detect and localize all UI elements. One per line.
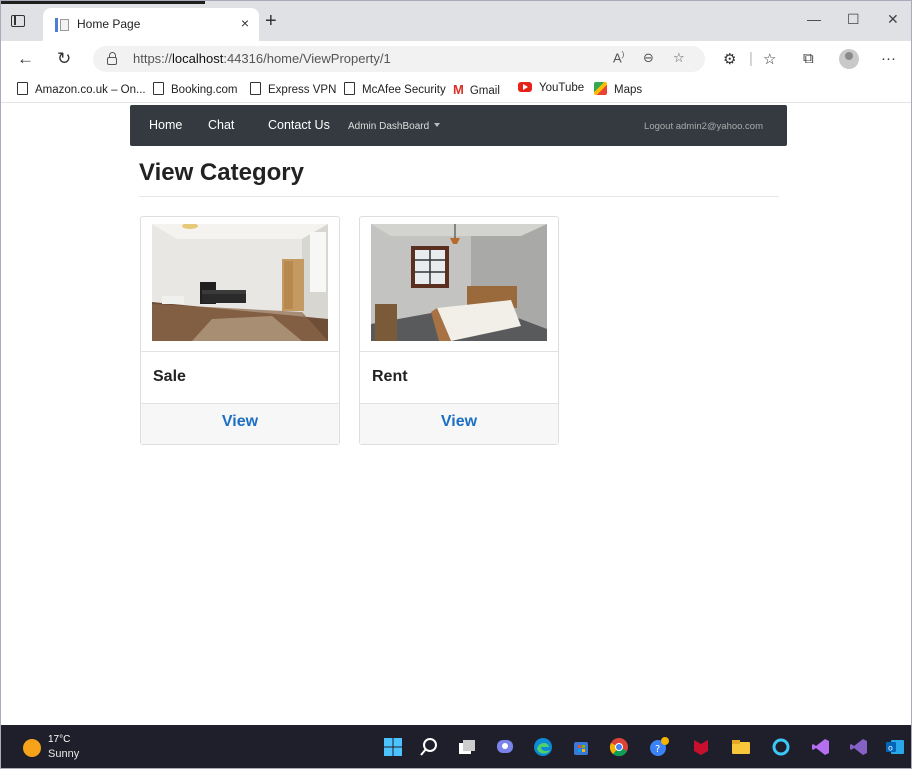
weather-temperature[interactable]: 17°C	[48, 734, 70, 745]
category-card-sale: Sale View	[140, 216, 340, 445]
view-rent-link[interactable]: View	[441, 413, 477, 431]
file-explorer-icon[interactable]	[731, 737, 751, 757]
tab-home-page[interactable]: Home Page ×	[43, 8, 259, 41]
title-bar-accent	[1, 1, 205, 4]
extensions-icon[interactable]: ⚙	[723, 50, 736, 68]
page-icon	[344, 82, 355, 95]
youtube-icon	[518, 82, 532, 92]
visual-studio-icon[interactable]	[849, 737, 869, 757]
favorite-express-vpn[interactable]: Express VPN	[250, 82, 336, 96]
logout-link[interactable]: Logout admin2@yahoo.com	[644, 121, 763, 132]
svg-text:?: ?	[655, 744, 660, 755]
favorite-maps[interactable]: Maps	[594, 82, 642, 96]
search-icon[interactable]	[419, 737, 439, 757]
page-title: View Category	[139, 159, 304, 186]
favorite-amazon[interactable]: Amazon.co.uk – On...	[17, 82, 146, 96]
card-category-label: Rent	[372, 368, 408, 385]
maps-icon	[594, 82, 607, 95]
favorite-mcafee[interactable]: McAfee Security	[344, 82, 446, 96]
nav-home-link[interactable]: Home	[149, 118, 182, 132]
tab-actions-icon[interactable]	[11, 15, 25, 27]
page-icon	[250, 82, 261, 95]
favorite-booking[interactable]: Booking.com	[153, 82, 237, 96]
read-aloud-icon[interactable]: A)	[613, 50, 624, 65]
windows-start-icon[interactable]	[383, 737, 403, 757]
tab-close-icon[interactable]: ×	[241, 15, 249, 31]
maximize-button[interactable]: ☐	[847, 11, 860, 28]
back-button[interactable]: ←	[17, 50, 34, 68]
edge-browser-icon[interactable]	[533, 737, 553, 757]
visual-studio-code-icon[interactable]	[811, 737, 831, 757]
add-favorite-icon[interactable]: ☆	[673, 50, 685, 66]
nav-contact-link[interactable]: Contact Us	[268, 118, 330, 132]
favorites-icon[interactable]: ☆	[763, 50, 776, 68]
card-footer: View	[360, 403, 558, 444]
card-image-area	[360, 217, 558, 352]
refresh-button[interactable]: ↻	[57, 50, 71, 68]
tab-title: Home Page	[77, 17, 141, 31]
favorites-bar: Amazon.co.uk – On... Booking.com Express…	[1, 77, 911, 103]
minimize-button[interactable]: —	[807, 11, 821, 27]
windows-taskbar: 17°C Sunny ? o	[1, 725, 911, 768]
nav-chat-link[interactable]: Chat	[208, 118, 234, 132]
toolbar-divider: |	[749, 50, 753, 67]
view-sale-link[interactable]: View	[222, 413, 258, 431]
browser-toolbar: ← ↻ https://localhost:44316/home/ViewPro…	[1, 41, 911, 77]
favorite-youtube[interactable]: YouTube	[518, 82, 584, 94]
room-photo-image	[371, 224, 547, 341]
gmail-icon: M	[453, 82, 464, 97]
card-image-area	[141, 217, 339, 352]
card-footer: View	[141, 403, 339, 444]
settings-menu-button[interactable]: ···	[881, 50, 896, 67]
address-bar[interactable]: https://localhost:44316/home/ViewPropert…	[93, 46, 705, 72]
title-divider	[139, 196, 779, 197]
store-icon[interactable]	[571, 737, 591, 757]
close-window-button[interactable]: ✕	[887, 11, 899, 28]
svg-text:o: o	[888, 744, 893, 753]
help-app-icon[interactable]: ?	[649, 737, 669, 757]
card-category-label: Sale	[153, 368, 186, 385]
chrome-icon[interactable]	[609, 737, 629, 757]
task-view-icon[interactable]	[457, 737, 477, 757]
tab-strip: Home Page × + — ☐ ✕	[1, 1, 911, 41]
cortana-icon[interactable]	[771, 737, 791, 757]
admin-dashboard-dropdown[interactable]: Admin DashBoard	[348, 121, 441, 132]
profile-avatar[interactable]	[839, 49, 859, 69]
collections-icon[interactable]: ⧉	[803, 50, 814, 67]
lock-icon[interactable]	[107, 52, 117, 65]
site-navbar: Home Chat Contact Us Admin DashBoard Log…	[130, 105, 787, 146]
weather-description[interactable]: Sunny	[48, 748, 79, 760]
web-page: Home Chat Contact Us Admin DashBoard Log…	[1, 103, 911, 725]
url-text[interactable]: https://localhost:44316/home/ViewPropert…	[133, 51, 391, 66]
browser-window: Home Page × + — ☐ ✕ ← ↻ https://localhos…	[0, 0, 912, 769]
new-tab-button[interactable]: +	[265, 11, 277, 31]
page-icon	[153, 82, 164, 95]
teams-chat-icon[interactable]	[495, 737, 515, 757]
category-card-rent: Rent View	[359, 216, 559, 445]
page-icon	[17, 82, 28, 95]
dropdown-caret-icon	[434, 123, 441, 127]
page-favicon-icon	[55, 18, 69, 32]
weather-sun-icon[interactable]	[23, 739, 41, 757]
favorite-gmail[interactable]: M Gmail	[453, 82, 500, 97]
zoom-icon[interactable]: ⊖	[643, 50, 654, 66]
outlook-icon[interactable]: o	[885, 737, 905, 757]
mcafee-icon[interactable]	[691, 737, 711, 757]
room-photo-image	[152, 224, 328, 341]
